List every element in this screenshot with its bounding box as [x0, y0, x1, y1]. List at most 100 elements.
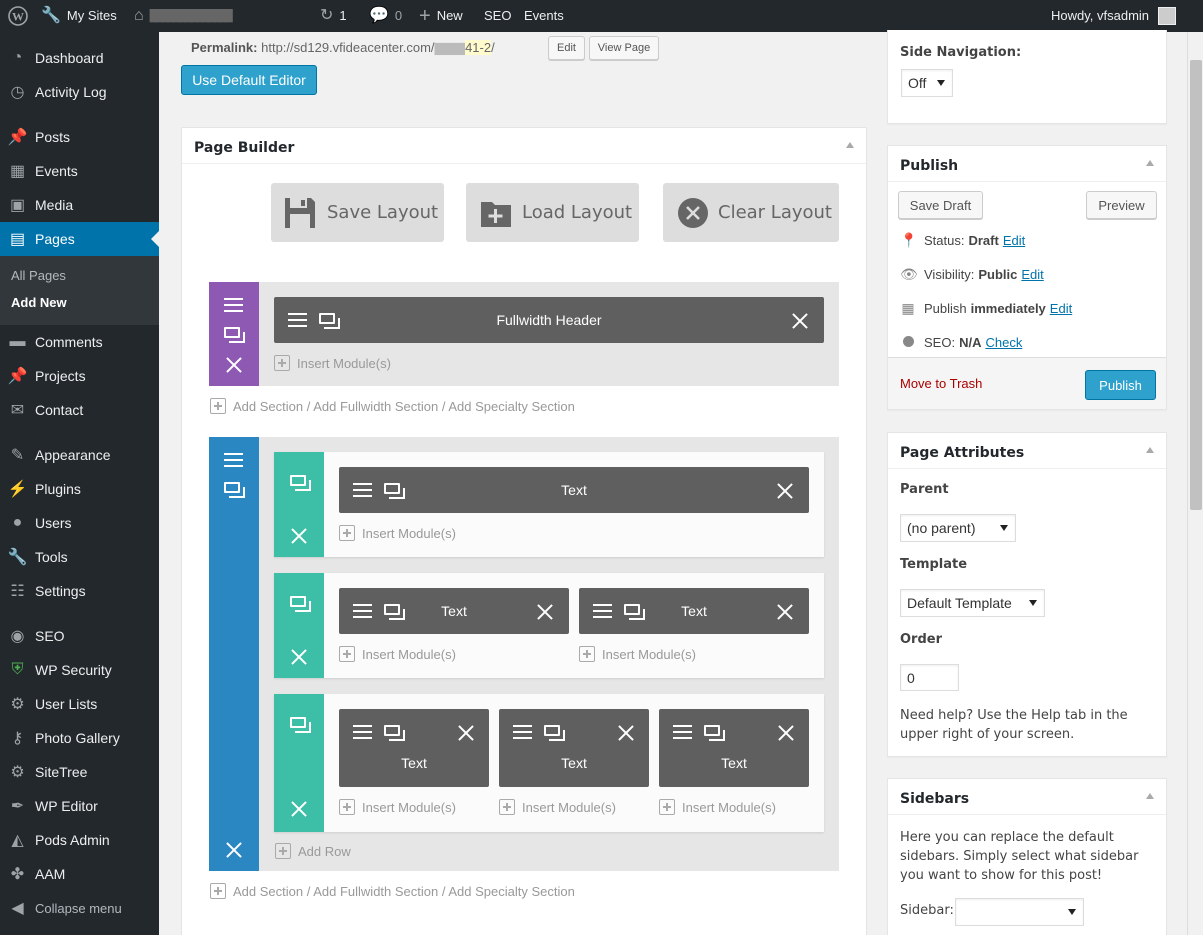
sidebar-item-pages[interactable]: ▤ Pages: [0, 222, 159, 256]
sidebar-item-media[interactable]: ▣ Media: [0, 188, 159, 222]
sidebar-item-dashboard[interactable]: ◔ Dashboard: [0, 41, 159, 75]
delete-icon[interactable]: [291, 801, 307, 817]
parent-select[interactable]: (no parent): [900, 514, 1016, 542]
template-select[interactable]: Default Template: [900, 589, 1045, 617]
sidebar-item-activity-log[interactable]: ◷ Activity Log: [0, 75, 159, 109]
sidebar-item-settings[interactable]: ☷ Settings: [0, 574, 159, 608]
sidebar-item-plugins[interactable]: ⚡ Plugins: [0, 472, 159, 506]
duplicate-icon[interactable]: [290, 475, 311, 491]
module-duplicate-icon[interactable]: [384, 725, 405, 741]
side-navigation-select[interactable]: Off: [901, 69, 953, 97]
insert-module-link[interactable]: Insert Module(s): [339, 525, 456, 541]
text-module[interactable]: Text: [579, 588, 809, 634]
sidebar-item-tools[interactable]: 🔧 Tools: [0, 540, 159, 574]
insert-module-link[interactable]: Insert Module(s): [579, 646, 696, 662]
row-handle[interactable]: [274, 452, 324, 557]
drag-handle-icon[interactable]: [224, 453, 243, 467]
publish-button[interactable]: Publish: [1085, 370, 1156, 400]
sidebar-item-contact[interactable]: ✉ Contact: [0, 393, 159, 427]
section-handle[interactable]: [209, 437, 259, 871]
site-name-menu[interactable]: ⌂ ██████████████: [134, 0, 233, 32]
load-layout-button[interactable]: Load Layout: [466, 183, 639, 242]
add-section-link[interactable]: Add Section / Add Fullwidth Section / Ad…: [210, 398, 575, 414]
sidebar-item-events[interactable]: ▦ Events: [0, 154, 159, 188]
text-module[interactable]: Text: [499, 709, 649, 787]
my-sites-menu[interactable]: 🔧 My Sites: [41, 0, 117, 32]
sidebar-item-aam[interactable]: ✤ AAM: [0, 857, 159, 891]
page-scrollbar[interactable]: [1187, 32, 1203, 935]
sidebar-select[interactable]: [955, 898, 1084, 926]
preview-button[interactable]: Preview: [1086, 191, 1157, 219]
drag-handle-icon[interactable]: [224, 298, 243, 312]
sidebar-item-user-lists[interactable]: ⚙ User Lists: [0, 687, 159, 721]
duplicate-icon[interactable]: [290, 717, 311, 733]
events-menu[interactable]: Events: [524, 0, 564, 32]
insert-module-link[interactable]: Insert Module(s): [339, 646, 456, 662]
edit-visibility-link[interactable]: Edit: [1021, 267, 1043, 282]
sidebar-item-appearance[interactable]: ✎ Appearance: [0, 438, 159, 472]
module-drag-icon[interactable]: [513, 725, 532, 739]
permalink-url[interactable]: http://sd129.vfideacenter.com/██████41-2…: [261, 40, 495, 55]
text-module[interactable]: Text: [339, 588, 569, 634]
order-input[interactable]: 0: [900, 664, 959, 691]
duplicate-icon[interactable]: [224, 482, 245, 498]
new-menu[interactable]: + New: [419, 0, 463, 32]
view-page-button[interactable]: View Page: [589, 36, 659, 60]
seo-check-link[interactable]: Check: [985, 335, 1022, 350]
scrollbar-thumb[interactable]: [1190, 60, 1202, 510]
row-handle[interactable]: [274, 573, 324, 678]
save-draft-button[interactable]: Save Draft: [898, 191, 983, 219]
clear-layout-button[interactable]: Clear Layout: [663, 183, 839, 242]
module-delete-icon[interactable]: [792, 313, 808, 329]
move-to-trash-link[interactable]: Move to Trash: [900, 376, 982, 391]
seo-menu[interactable]: SEO: [484, 0, 511, 32]
module-delete-icon[interactable]: [777, 483, 793, 499]
delete-icon[interactable]: [291, 649, 307, 665]
sidebar-item-seo[interactable]: ◉ SEO: [0, 619, 159, 653]
duplicate-icon[interactable]: [224, 327, 245, 343]
module-delete-icon[interactable]: [777, 604, 793, 620]
section-handle[interactable]: [209, 282, 259, 386]
text-module[interactable]: Text: [339, 467, 809, 513]
delete-icon[interactable]: [226, 357, 242, 373]
edit-status-link[interactable]: Edit: [1003, 233, 1025, 248]
sidebar-item-posts[interactable]: 📌 Posts: [0, 120, 159, 154]
account-menu[interactable]: Howdy, vfsadmin: [1051, 0, 1177, 32]
submenu-all-pages[interactable]: All Pages: [11, 268, 66, 283]
use-default-editor-button[interactable]: Use Default Editor: [181, 65, 317, 95]
sidebar-item-collapse-menu[interactable]: ◀ Collapse menu: [0, 891, 159, 925]
text-module[interactable]: Text: [659, 709, 809, 787]
sidebar-item-projects[interactable]: 📌 Projects: [0, 359, 159, 393]
module-delete-icon[interactable]: [458, 725, 474, 741]
module-delete-icon[interactable]: [537, 604, 553, 620]
sidebar-item-users[interactable]: ● Users: [0, 506, 159, 540]
wordpress-logo-icon[interactable]: W: [8, 0, 28, 32]
add-row-link[interactable]: Add Row: [275, 843, 351, 859]
comments-menu[interactable]: 💬 0: [369, 0, 402, 32]
duplicate-icon[interactable]: [290, 596, 311, 612]
sidebar-item-sitetree[interactable]: ⚙ SiteTree: [0, 755, 159, 789]
edit-publish-date-link[interactable]: Edit: [1050, 301, 1072, 316]
module-duplicate-icon[interactable]: [704, 725, 725, 741]
sidebar-item-photo-gallery[interactable]: ⚷ Photo Gallery: [0, 721, 159, 755]
toggle-arrow-icon[interactable]: [1146, 160, 1154, 166]
updates-menu[interactable]: ↻ 1: [320, 0, 347, 32]
text-module[interactable]: Text: [339, 709, 489, 787]
module-duplicate-icon[interactable]: [544, 725, 565, 741]
edit-permalink-button[interactable]: Edit: [548, 36, 585, 60]
submenu-add-new[interactable]: Add New: [11, 295, 67, 310]
toggle-arrow-icon[interactable]: [1146, 447, 1154, 453]
sidebar-item-pods-admin[interactable]: ◭ Pods Admin: [0, 823, 159, 857]
insert-module-link[interactable]: Insert Module(s): [339, 799, 456, 815]
toggle-arrow-icon[interactable]: [846, 142, 854, 148]
save-layout-button[interactable]: Save Layout: [271, 183, 444, 242]
module-delete-icon[interactable]: [618, 725, 634, 741]
delete-icon[interactable]: [291, 528, 307, 544]
delete-icon[interactable]: [226, 842, 242, 858]
insert-module-link[interactable]: Insert Module(s): [659, 799, 776, 815]
module-drag-icon[interactable]: [353, 725, 372, 739]
module-delete-icon[interactable]: [778, 725, 794, 741]
fullwidth-header-module[interactable]: Fullwidth Header: [274, 297, 824, 343]
insert-module-link[interactable]: Insert Module(s): [499, 799, 616, 815]
add-section-link[interactable]: Add Section / Add Fullwidth Section / Ad…: [210, 883, 575, 899]
